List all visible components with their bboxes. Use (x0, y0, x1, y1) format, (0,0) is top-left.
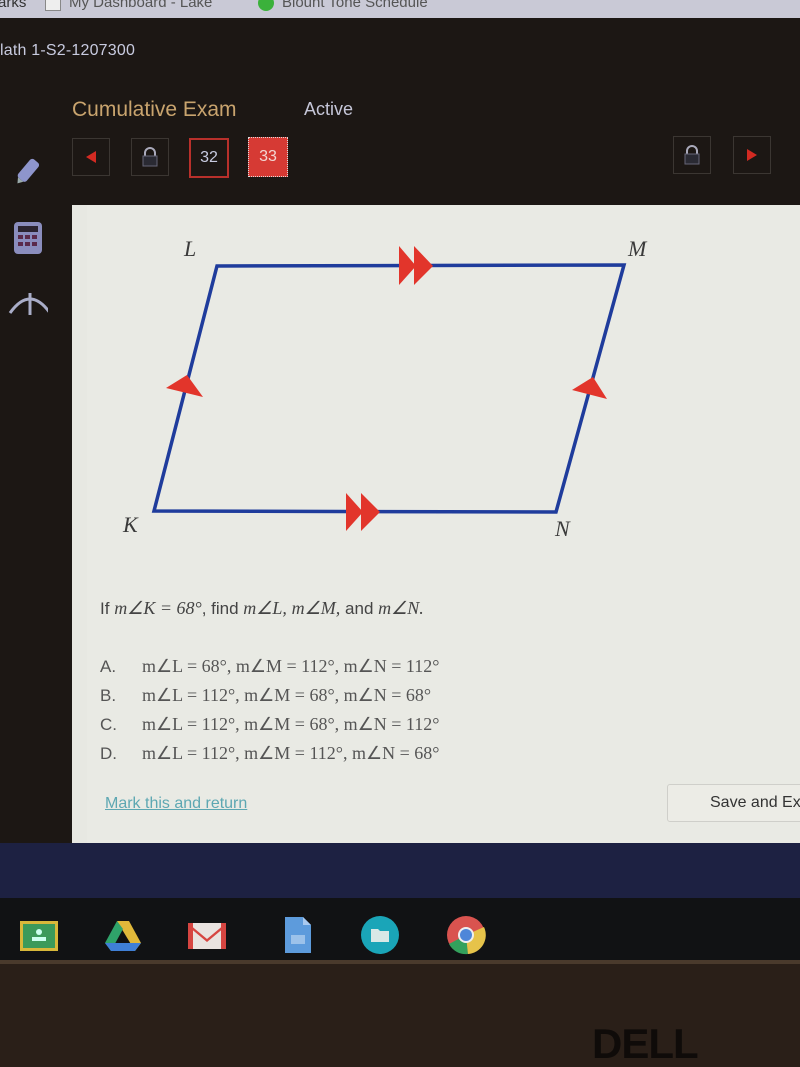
chrome-icon[interactable] (446, 915, 486, 955)
double-arrow-marker-lm (399, 246, 433, 285)
files-icon[interactable] (360, 915, 400, 955)
answer-choice-a[interactable]: A. m∠L = 68°, m∠M = 112°, m∠N = 112° (100, 656, 439, 677)
drive-icon[interactable] (103, 915, 143, 955)
dell-logo: DELL (592, 1020, 699, 1067)
double-arrow-marker-kn (346, 493, 380, 531)
desktop-background (0, 843, 800, 898)
classroom-icon[interactable] (19, 915, 59, 955)
answer-choice-d[interactable]: D. m∠L = 112°, m∠M = 112°, m∠N = 68° (100, 743, 439, 764)
save-and-exit-button[interactable]: Save and Exit (667, 784, 800, 822)
vertex-label-m: M (627, 236, 648, 261)
parallelogram-figure: L M K N (122, 236, 648, 541)
vertex-label-n: N (554, 516, 571, 541)
gmail-icon[interactable] (187, 915, 227, 955)
question-text: If m∠K = 68°, find m∠L, m∠M, and m∠N. (100, 598, 424, 618)
mark-and-return-link[interactable]: Mark this and return (105, 795, 247, 813)
vertex-label-l: L (183, 236, 196, 261)
docs-icon[interactable] (277, 915, 317, 955)
answer-choice-b[interactable]: B. m∠L = 112°, m∠M = 68°, m∠N = 68° (100, 685, 431, 706)
given-angle: m∠K = 68° (114, 598, 202, 618)
answer-choice-c[interactable]: C. m∠L = 112°, m∠M = 68°, m∠N = 112° (100, 714, 439, 735)
vertex-label-k: K (122, 512, 139, 537)
screen: arks My Dashboard - Lake Blount Tone Sch… (0, 0, 800, 1067)
parallelogram-klmn (151, 263, 627, 514)
